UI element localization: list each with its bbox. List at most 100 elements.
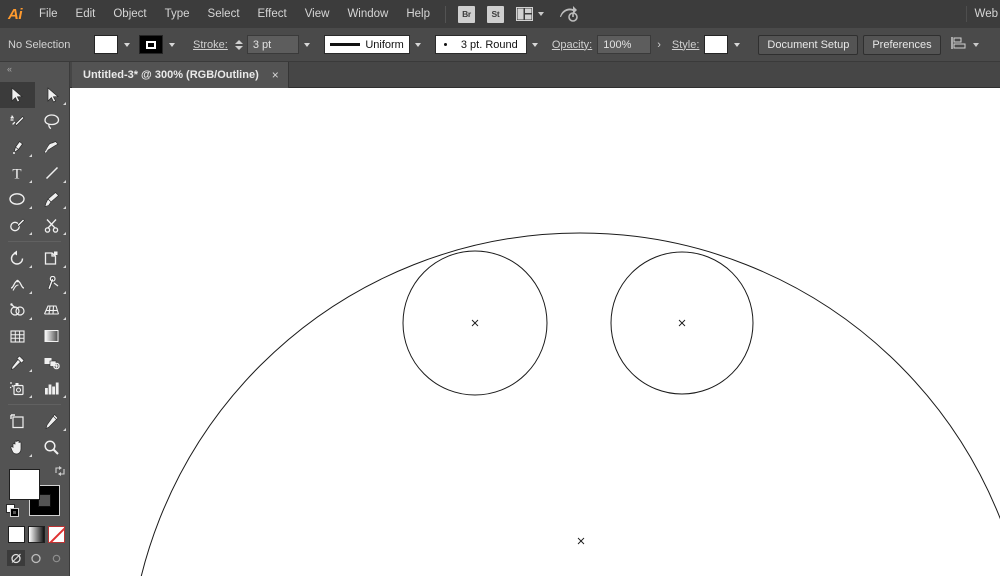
style-label[interactable]: Style: [672, 39, 700, 51]
type-tool[interactable]: T [0, 160, 35, 186]
stroke-profile-label: Uniform [365, 38, 404, 51]
menu-help[interactable]: Help [397, 0, 439, 28]
magic-wand-tool[interactable] [0, 108, 35, 134]
scissors-tool[interactable] [35, 212, 70, 238]
stroke-weight-dropdown[interactable] [300, 35, 315, 54]
menu-window[interactable]: Window [338, 0, 397, 28]
blend-tool[interactable] [35, 349, 70, 375]
stroke-color-swatch[interactable] [139, 35, 163, 54]
draw-inside-mode[interactable] [47, 550, 65, 566]
hand-tool[interactable] [0, 434, 35, 460]
screen-mode-button[interactable] [0, 566, 69, 576]
menu-edit[interactable]: Edit [67, 0, 105, 28]
shape-builder-tool[interactable] [0, 297, 35, 323]
menu-view[interactable]: View [296, 0, 339, 28]
workspace-switcher[interactable]: Web [965, 6, 1000, 22]
rotate-tool[interactable] [0, 245, 35, 271]
column-graph-tool[interactable] [35, 375, 70, 401]
brush-definition-label: 3 pt. Round [460, 38, 518, 51]
ellipse-tool[interactable] [0, 186, 35, 212]
menu-object[interactable]: Object [104, 0, 155, 28]
menu-file[interactable]: File [30, 0, 67, 28]
stroke-weight-label[interactable]: Stroke: [193, 39, 228, 51]
round-brush-icon [443, 43, 447, 46]
opacity-more-options[interactable]: › [651, 39, 667, 51]
fill-color-dropdown[interactable] [119, 35, 134, 54]
graphic-style-dropdown[interactable] [729, 35, 744, 54]
arrange-documents-icon[interactable] [510, 7, 533, 21]
lasso-tool[interactable] [35, 108, 70, 134]
bridge-icon[interactable]: Br [458, 5, 475, 23]
right-eye-center-marker [678, 319, 686, 327]
document-tab-bar: Untitled-3* @ 300% (RGB/Outline) × [0, 62, 1000, 88]
gradient-tool[interactable] [35, 323, 70, 349]
brush-definition-dropdown[interactable] [528, 35, 543, 54]
eyedropper-tool[interactable] [0, 349, 35, 375]
stroke-weight-stepper[interactable] [233, 35, 245, 54]
slice-tool[interactable] [35, 408, 70, 434]
curvature-tool[interactable] [35, 134, 70, 160]
draw-behind-mode[interactable] [27, 550, 45, 566]
head-circle-outline [140, 232, 1000, 576]
fill-stroke-control [0, 463, 70, 521]
document-tab-title: Untitled-3* @ 300% (RGB/Outline) [83, 69, 259, 81]
uniform-profile-icon [329, 43, 361, 46]
stroke-profile-dropdown[interactable] [411, 35, 426, 54]
draw-normal-mode[interactable] [7, 550, 25, 566]
stroke-profile-select[interactable]: Uniform [323, 35, 410, 54]
paintbrush-tool[interactable] [35, 186, 70, 212]
toolbar-fill-swatch[interactable] [9, 469, 40, 500]
puppet-warp-tool[interactable] [35, 271, 70, 297]
tools-panel-collapse-handle[interactable]: « [0, 62, 69, 76]
width-tool[interactable] [0, 271, 35, 297]
menu-select[interactable]: Select [199, 0, 249, 28]
mesh-tool[interactable] [0, 323, 35, 349]
opacity-label[interactable]: Opacity: [552, 39, 592, 51]
zoom-tool[interactable] [35, 434, 70, 460]
color-mode-buttons [0, 521, 69, 543]
graphic-style-swatch[interactable] [704, 35, 729, 54]
menu-effect[interactable]: Effect [249, 0, 296, 28]
align-dropdown-chevron-icon[interactable] [972, 42, 979, 47]
document-setup-button[interactable]: Document Setup [758, 34, 859, 55]
brush-definition-select[interactable]: 3 pt. Round [434, 35, 527, 54]
menu-divider [445, 5, 446, 23]
artboard-canvas[interactable] [70, 88, 1000, 576]
menu-bar: Ai File Edit Object Type Select Effect V… [0, 0, 1000, 28]
fill-color-swatch[interactable] [94, 35, 118, 54]
chevron-down-icon[interactable] [538, 12, 544, 16]
color-mode-none[interactable] [48, 526, 65, 543]
stroke-color-dropdown[interactable] [164, 35, 179, 54]
illustrator-window: Ai File Edit Object Type Select Effect V… [0, 0, 1000, 576]
document-tab[interactable]: Untitled-3* @ 300% (RGB/Outline) × [72, 62, 289, 88]
stock-icon[interactable]: St [487, 5, 504, 23]
perspective-grid-tool[interactable] [35, 297, 70, 323]
stroke-weight-input[interactable]: 3 pt [246, 35, 299, 54]
align-objects-icon[interactable] [950, 36, 968, 53]
sync-settings-icon[interactable] [549, 6, 579, 22]
tools-divider [0, 238, 69, 245]
selection-tool[interactable] [0, 82, 35, 108]
menu-type[interactable]: Type [156, 0, 199, 28]
control-bar: No Selection Stroke: 3 pt Uniform 3 pt. … [0, 28, 1000, 62]
close-icon[interactable]: × [272, 69, 279, 81]
opacity-input[interactable]: 100% [597, 35, 652, 54]
tools-panel: « T [0, 62, 70, 576]
default-fill-stroke-icon[interactable] [6, 504, 19, 517]
artwork-outline-view [140, 232, 1000, 576]
free-transform-tool[interactable] [35, 245, 70, 271]
line-segment-tool[interactable] [35, 160, 70, 186]
color-mode-gradient[interactable] [28, 526, 45, 543]
tools-grid: T [0, 76, 69, 460]
symbol-sprayer-tool[interactable] [0, 375, 35, 401]
artboard-tool[interactable] [0, 408, 35, 434]
svg-text:T: T [13, 167, 22, 182]
swap-fill-stroke-icon[interactable] [54, 465, 66, 477]
direct-selection-tool[interactable] [35, 82, 70, 108]
selection-status: No Selection [8, 38, 71, 51]
color-mode-solid[interactable] [8, 526, 25, 543]
pen-tool[interactable] [0, 134, 35, 160]
shaper-tool[interactable] [0, 212, 35, 238]
drawing-mode-buttons [0, 543, 69, 566]
preferences-button[interactable]: Preferences [863, 34, 941, 55]
